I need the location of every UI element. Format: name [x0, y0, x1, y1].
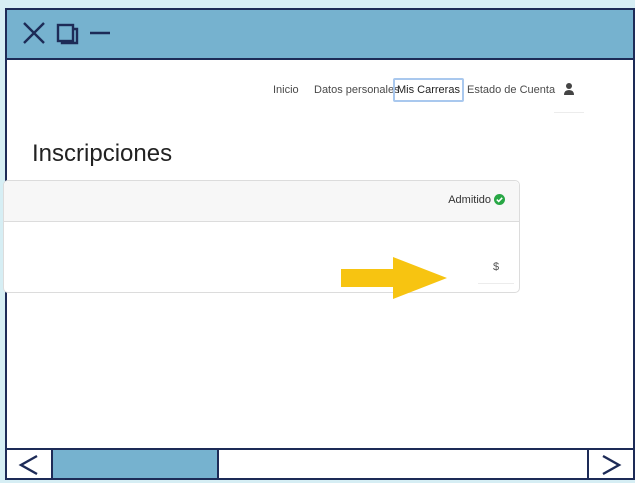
check-circle-icon	[494, 194, 505, 208]
maximize-icon[interactable]	[55, 20, 81, 51]
nav-item-inicio[interactable]: Inicio	[273, 78, 299, 102]
scroll-right-button[interactable]	[587, 450, 633, 478]
nav-item-estado-de-cuenta[interactable]: Estado de Cuenta	[467, 78, 555, 102]
minimize-icon[interactable]	[87, 20, 113, 51]
status-badge: Admitido	[448, 194, 505, 208]
card-header: Admitido	[4, 181, 519, 222]
user-menu-underline	[554, 112, 584, 113]
status-label: Admitido	[448, 194, 491, 206]
highlight-arrow	[341, 257, 451, 304]
top-nav: Inicio Datos personales Mis Carreras Est…	[7, 78, 633, 113]
payment-link-underline	[478, 283, 514, 284]
title-bar	[7, 10, 633, 60]
browser-window: Inicio Datos personales Mis Carreras Est…	[3, 8, 635, 480]
scroll-thumb[interactable]	[53, 450, 219, 478]
scroll-left-button[interactable]	[7, 450, 53, 478]
nav-item-datos-personales[interactable]: Datos personales	[314, 78, 400, 102]
user-icon[interactable]	[563, 82, 575, 101]
payment-link[interactable]: $	[493, 261, 499, 273]
horizontal-scrollbar[interactable]	[7, 448, 633, 478]
close-icon[interactable]	[21, 20, 47, 51]
page-title: Inscripciones	[32, 140, 173, 167]
nav-item-mis-carreras[interactable]: Mis Carreras	[393, 78, 464, 102]
